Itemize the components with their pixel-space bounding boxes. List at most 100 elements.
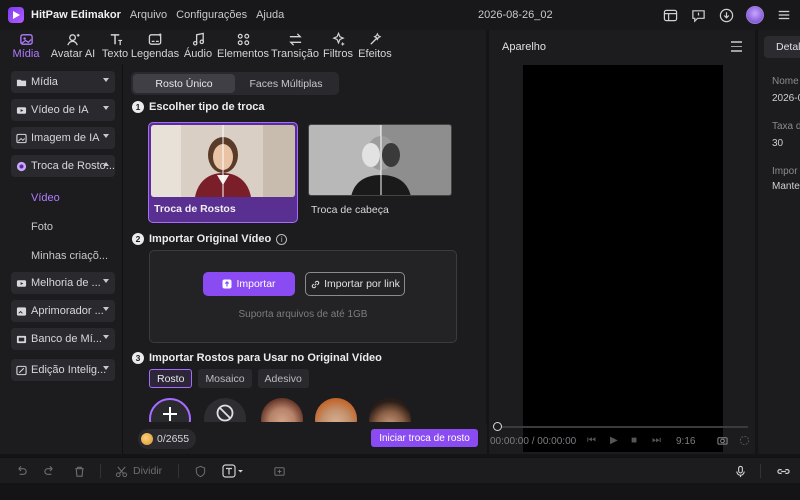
tab-elementos[interactable]: Elementos	[216, 30, 270, 64]
card-label: Troca de cabeça	[311, 204, 389, 216]
face-thumbnail[interactable]	[261, 398, 303, 422]
sidebar-item-video-ia[interactable]: Vídeo de IA	[11, 99, 115, 121]
sidebar-subitem-foto[interactable]: Foto	[0, 212, 122, 241]
step-1-heading: 1 Escolher tipo de troca	[132, 101, 265, 113]
card-troca-de-cabeca[interactable]: Troca de cabeça	[306, 122, 456, 223]
tab-midia[interactable]: Mídia	[6, 30, 46, 64]
microphone-icon[interactable]	[733, 464, 747, 478]
title-bar: HitPaw Edimakor Arquivo Configurações Aj…	[0, 0, 800, 30]
face-thumbnail[interactable]	[315, 398, 357, 422]
split-button-label[interactable]: Dividir	[133, 465, 162, 477]
details-panel: Detalhes Nome 2026-0 Taxa d 30 Impor Man…	[758, 30, 800, 454]
effects-icon	[369, 32, 381, 45]
menu-configuracoes[interactable]: Configurações	[176, 9, 247, 21]
sidebar-item-label: Aprimorador ...	[31, 305, 104, 317]
tab-audio[interactable]: Áudio	[180, 30, 216, 64]
previous-frame-icon[interactable]: ⏮	[587, 435, 596, 446]
tab-efeitos[interactable]: Efeitos	[356, 30, 394, 64]
add-face-button[interactable]	[149, 398, 191, 422]
sidebar-subitem-minhas-criacoes[interactable]: Minhas criaçõ...	[0, 241, 122, 270]
import-by-link-button[interactable]: Importar por link	[305, 272, 405, 296]
tab-avatar-ai[interactable]: Avatar AI	[46, 30, 100, 64]
elements-icon	[237, 33, 249, 46]
enhance-icon	[16, 278, 27, 289]
sidebar-item-banco-de-midia[interactable]: Banco de Mí...	[11, 328, 115, 350]
next-frame-icon[interactable]: ⏭	[652, 435, 661, 446]
prohibited-icon	[216, 404, 234, 422]
undo-icon[interactable]	[14, 464, 28, 478]
tab-label: Mídia	[12, 48, 40, 60]
link-clips-icon[interactable]	[775, 464, 791, 478]
player-menu-icon[interactable]	[731, 41, 742, 55]
chevron-down-icon	[103, 366, 109, 370]
user-avatar[interactable]	[746, 6, 764, 24]
shield-icon[interactable]	[193, 464, 207, 478]
sidebar-item-label: Banco de Mí...	[31, 333, 102, 345]
sidebar-item-aprimorador[interactable]: Aprimorador ...	[11, 300, 115, 322]
card-label: Troca de Rostos	[154, 203, 236, 215]
chip-adesivo[interactable]: Adesivo	[257, 369, 309, 388]
feedback-icon[interactable]	[690, 7, 706, 23]
sidebar-item-midia[interactable]: Mídia	[11, 71, 115, 93]
no-face-option[interactable]	[204, 398, 246, 422]
card-troca-de-rostos[interactable]: Troca de Rostos	[148, 122, 298, 223]
segment-faces-multiplas[interactable]: Faces Múltiplas	[235, 74, 337, 93]
tab-texto[interactable]: Texto	[100, 30, 130, 64]
redo-icon[interactable]	[42, 464, 56, 478]
info-icon[interactable]: i	[276, 233, 288, 245]
playback-time: 00:00:00 / 00:00:00	[490, 436, 577, 447]
layout-icon[interactable]	[662, 7, 678, 23]
start-face-swap-button[interactable]: Iniciar troca de rosto	[371, 429, 478, 447]
menu-icon[interactable]	[776, 7, 792, 23]
field-label: Taxa d	[772, 121, 800, 132]
import-button[interactable]: Importar	[203, 272, 295, 296]
left-sidebar: Mídia Vídeo de IA Imagem de IA Troca de …	[0, 64, 122, 454]
sidebar-item-melhoria[interactable]: Melhoria de ...	[11, 272, 115, 294]
tab-detalhes[interactable]: Detalhes	[764, 36, 800, 58]
ai-image-icon	[16, 133, 27, 144]
tab-label: Efeitos	[358, 48, 392, 60]
chip-rosto[interactable]: Rosto	[149, 369, 193, 388]
face-swap-panel: Rosto Único Faces Múltiplas 1 Escolher t…	[122, 64, 487, 454]
transition-icon	[288, 33, 302, 46]
snapshot-icon[interactable]	[717, 435, 728, 446]
captions-icon	[148, 33, 162, 45]
sidebar-item-troca-de-rosto[interactable]: Troca de Rosto...	[11, 155, 115, 177]
tab-filtros[interactable]: Filtros	[320, 30, 356, 64]
tab-label: Texto	[101, 48, 129, 60]
import-dropzone[interactable]: Importar Importar por link Suporta arqui…	[149, 250, 457, 343]
scrubber-handle[interactable]	[493, 422, 502, 431]
face-thumbnail[interactable]	[369, 398, 411, 422]
step-title: Escolher tipo de troca	[149, 101, 265, 113]
scissors-icon[interactable]	[114, 464, 128, 478]
sidebar-subitem-video[interactable]: Vídeo	[0, 183, 122, 212]
crop-icon[interactable]	[272, 464, 286, 478]
sidebar-item-label: Imagem de IA	[31, 132, 100, 144]
step-title: Importar Original Vídeo	[149, 233, 272, 245]
segment-rosto-unico[interactable]: Rosto Único	[133, 74, 235, 93]
download-icon[interactable]	[718, 7, 734, 23]
fullscreen-icon[interactable]	[739, 435, 750, 446]
audio-icon	[192, 32, 204, 46]
step-2-heading: 2 Importar Original Vídeo i	[132, 233, 288, 245]
menu-arquivo[interactable]: Arquivo	[130, 9, 167, 21]
play-icon[interactable]: ▶	[610, 435, 618, 446]
aspect-ratio[interactable]: 9:16	[676, 436, 695, 447]
chevron-down-icon	[103, 78, 109, 82]
menu-ajuda[interactable]: Ajuda	[256, 9, 284, 21]
media-bank-icon	[16, 334, 27, 345]
tab-transicao[interactable]: Transição	[270, 30, 320, 64]
tab-legendas[interactable]: Legendas	[130, 30, 180, 64]
tab-label: Áudio	[183, 48, 213, 60]
sidebar-item-imagem-ia[interactable]: Imagem de IA	[11, 127, 115, 149]
delete-icon[interactable]	[72, 464, 86, 478]
tab-label: Filtros	[323, 48, 353, 60]
smart-edit-icon	[16, 365, 27, 376]
timeline-area[interactable]	[0, 483, 800, 500]
text-tool-icon[interactable]	[222, 464, 244, 478]
ai-video-icon	[16, 105, 27, 116]
playback-scrubber[interactable]	[496, 426, 748, 428]
sidebar-item-edicao-inteligente[interactable]: Edição Intelig...	[11, 359, 115, 381]
chip-mosaico[interactable]: Mosaico	[198, 369, 252, 388]
stop-icon[interactable]: ■	[631, 435, 637, 446]
